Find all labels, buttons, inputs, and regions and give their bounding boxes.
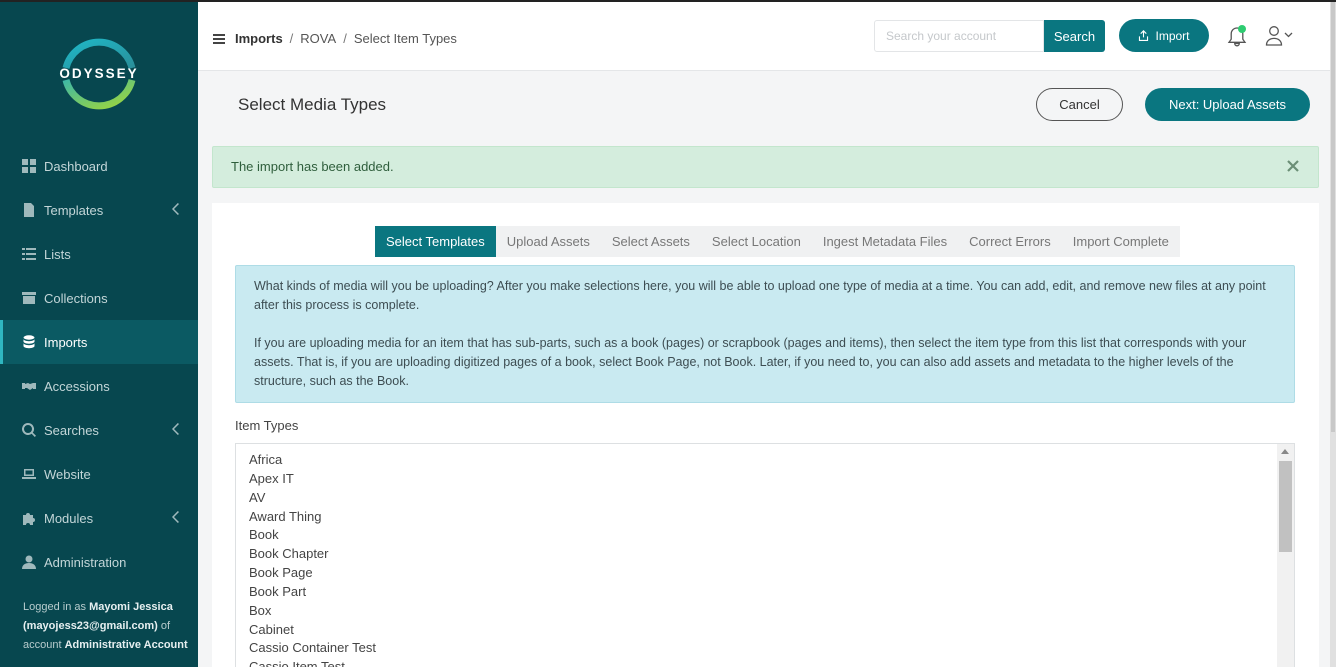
sidebar-item-label: Templates <box>44 202 104 218</box>
sidebar-item-website[interactable]: Website <box>0 452 198 496</box>
scroll-up-arrow-icon[interactable] <box>1281 449 1289 454</box>
breadcrumb-item-imports[interactable]: Imports <box>235 31 283 46</box>
tab-select-location[interactable]: Select Location <box>701 226 812 257</box>
archive-icon <box>22 291 36 305</box>
login-user-name: Mayomi Jessica <box>89 601 173 613</box>
alert-text: The import has been added. <box>231 159 394 174</box>
tab-correct-errors[interactable]: Correct Errors <box>958 226 1062 257</box>
tab-upload-assets[interactable]: Upload Assets <box>496 226 601 257</box>
breadcrumb-separator: / <box>289 31 294 46</box>
search-button[interactable]: Search <box>1044 20 1105 52</box>
listbox-scrollbar[interactable] <box>1277 444 1294 667</box>
laptop-icon <box>22 467 36 481</box>
search-input[interactable] <box>874 20 1044 52</box>
list-item[interactable]: Book Chapter <box>236 545 1276 564</box>
breadcrumb: Imports / ROVA / Select Item Types <box>235 31 457 46</box>
user-menu-icon[interactable] <box>1265 25 1297 47</box>
sidebar-item-label: Imports <box>44 334 88 350</box>
item-types-label: Item Types <box>235 418 299 433</box>
chevron-left-icon <box>172 203 180 215</box>
list-item[interactable]: AV <box>236 489 1276 508</box>
content-panel: Select Templates Upload Assets Select As… <box>212 203 1319 667</box>
login-account-name: Administrative Account <box>64 639 188 651</box>
chevron-left-icon <box>172 423 180 435</box>
item-types-options: Africa Apex IT AV Award Thing Book Book … <box>236 451 1276 667</box>
info-paragraph-2: If you are uploading media for an item t… <box>254 336 1247 388</box>
chevron-left-icon <box>172 511 180 523</box>
cancel-button[interactable]: Cancel <box>1036 88 1123 121</box>
sidebar-item-collections[interactable]: Collections <box>0 276 198 320</box>
info-box: What kinds of media will you be uploadin… <box>235 265 1295 403</box>
sidebar-item-lists[interactable]: Lists <box>0 232 198 276</box>
sidebar-item-administration[interactable]: Administration <box>0 540 198 584</box>
sidebar-item-dashboard[interactable]: Dashboard <box>0 144 198 188</box>
list-item[interactable]: Africa <box>236 451 1276 470</box>
notification-dot <box>1238 25 1246 33</box>
list-item[interactable]: Book Page <box>236 564 1276 583</box>
logo-text: ODYSSEY <box>59 66 139 81</box>
success-alert: The import has been added. <box>212 146 1319 188</box>
sidebar-item-label: Dashboard <box>44 158 108 174</box>
odyssey-logo[interactable]: ODYSSEY <box>56 30 142 116</box>
handshake-icon <box>22 379 36 393</box>
import-button[interactable]: Import <box>1119 19 1209 52</box>
next-upload-assets-button[interactable]: Next: Upload Assets <box>1145 88 1310 121</box>
top-header: Imports / ROVA / Select Item Types Search Im… <box>198 2 1336 71</box>
sidebar-item-label: Modules <box>44 510 94 526</box>
sidebar: ODYSSEY Dashboard Templates Lists Collec… <box>0 0 198 667</box>
login-of: of <box>157 620 171 632</box>
page-title: Select Media Types <box>238 95 387 114</box>
user-icon <box>22 555 36 569</box>
login-account-prefix: account <box>23 639 65 651</box>
sidebar-item-templates[interactable]: Templates <box>0 188 198 232</box>
item-types-listbox[interactable]: Africa Apex IT AV Award Thing Book Book … <box>235 443 1295 667</box>
tab-import-complete[interactable]: Import Complete <box>1062 226 1180 257</box>
scrollbar-thumb[interactable] <box>1279 461 1292 552</box>
database-icon <box>22 335 36 349</box>
login-prefix: Logged in as <box>23 601 90 613</box>
list-item[interactable]: Book Part <box>236 583 1276 602</box>
upload-icon <box>1139 30 1149 41</box>
puzzle-icon <box>22 511 36 525</box>
breadcrumb-item-current: Select Item Types <box>353 31 457 46</box>
search-icon <box>22 423 36 437</box>
info-paragraph-1: What kinds of media will you be uploadin… <box>254 279 1266 312</box>
wizard-tabs: Select Templates Upload Assets Select As… <box>375 226 1180 257</box>
close-icon[interactable] <box>1286 159 1300 173</box>
sidebar-item-label: Lists <box>44 246 71 262</box>
sidebar-item-label: Website <box>44 466 91 482</box>
sidebar-item-modules[interactable]: Modules <box>0 496 198 540</box>
sidebar-item-label: Accessions <box>44 378 110 394</box>
sidebar-item-searches[interactable]: Searches <box>0 408 198 452</box>
sidebar-item-label: Searches <box>44 422 99 438</box>
sidebar-item-imports[interactable]: Imports <box>0 320 198 364</box>
breadcrumb-separator: / <box>343 31 347 46</box>
login-info: Logged in as Mayomi Jessica (mayojess23@… <box>23 598 188 655</box>
list-item[interactable]: Cabinet <box>236 621 1276 640</box>
dashboard-icon <box>22 159 36 173</box>
window-frame-top <box>0 0 1336 2</box>
list-item[interactable]: Box <box>236 602 1276 621</box>
file-icon <box>22 203 36 217</box>
tab-select-templates[interactable]: Select Templates <box>375 226 496 257</box>
page-scrollbar-thumb[interactable] <box>1331 2 1335 432</box>
list-item[interactable]: Cassio Container Test <box>236 639 1276 658</box>
menu-toggle-icon[interactable] <box>213 34 225 44</box>
sidebar-item-label: Collections <box>44 290 108 306</box>
login-user-email: (mayojess23@gmail.com) <box>23 620 158 632</box>
sidebar-item-accessions[interactable]: Accessions <box>0 364 198 408</box>
tab-select-assets[interactable]: Select Assets <box>601 226 701 257</box>
sidebar-item-label: Administration <box>44 554 127 570</box>
list-item[interactable]: Award Thing <box>236 508 1276 527</box>
list-item[interactable]: Cassio Item Test <box>236 658 1276 667</box>
list-icon <box>22 247 36 261</box>
list-item[interactable]: Apex IT <box>236 470 1276 489</box>
breadcrumb-item-rova[interactable]: ROVA <box>300 31 336 46</box>
tab-ingest-metadata-files[interactable]: Ingest Metadata Files <box>812 226 958 257</box>
list-item[interactable]: Book <box>236 526 1276 545</box>
sidebar-nav: Dashboard Templates Lists Collections Im… <box>0 144 198 584</box>
import-button-label: Import <box>1155 28 1190 43</box>
